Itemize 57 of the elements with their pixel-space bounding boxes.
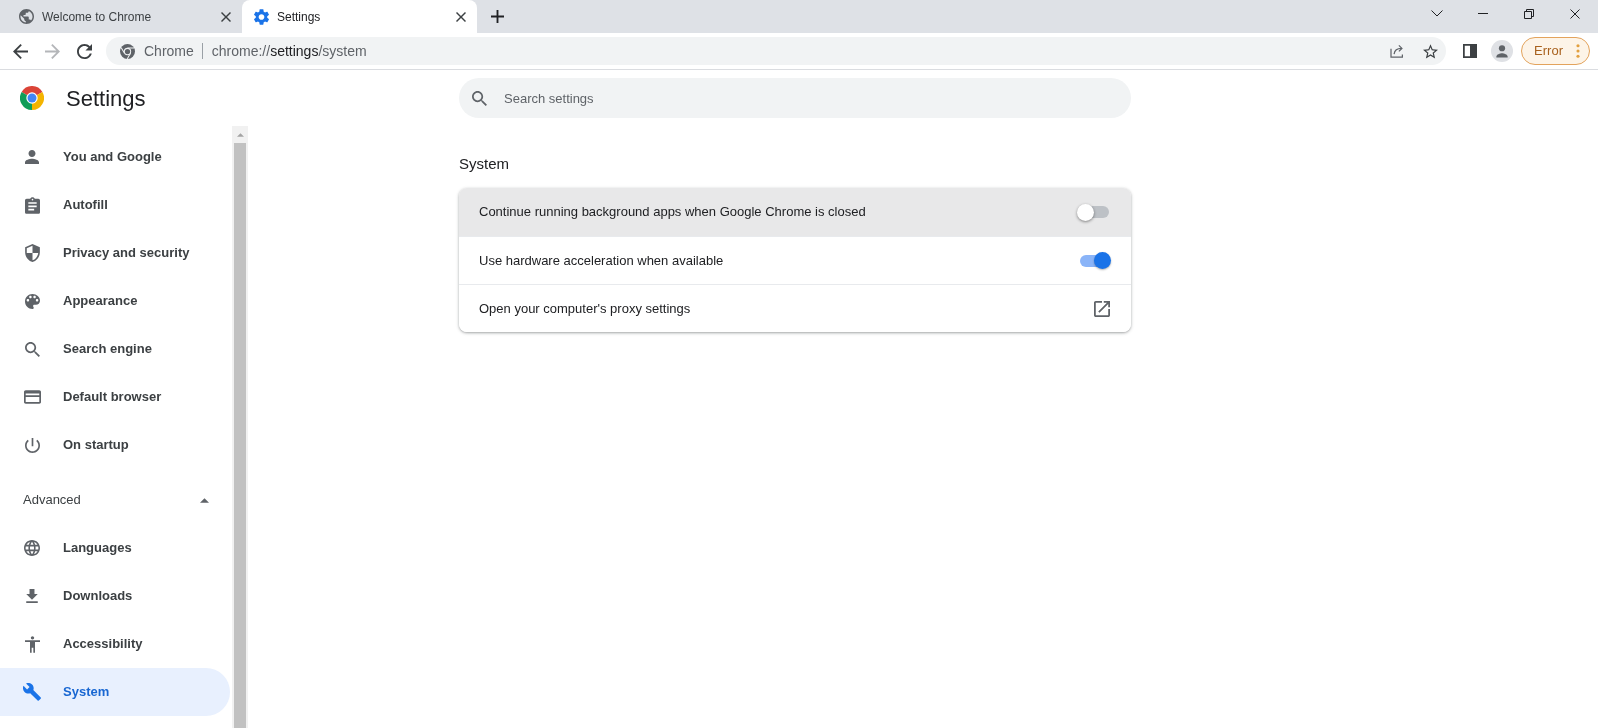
setting-row[interactable]: Continue running background apps when Google Chrome is closed [459, 188, 1131, 236]
setting-label: Open your computer's proxy settings [479, 299, 691, 318]
site-icon [120, 43, 135, 59]
advanced-section-toggle[interactable]: Advanced [0, 469, 230, 524]
browser-window-icon [23, 390, 41, 404]
reload-icon[interactable] [76, 43, 92, 59]
avatar-icon[interactable] [1491, 40, 1514, 62]
external-link-icon[interactable] [1094, 300, 1110, 317]
star-icon[interactable] [1422, 43, 1438, 59]
browser-tab[interactable]: Welcome to Chrome [7, 0, 242, 33]
gear-icon [253, 8, 269, 25]
sidebar-item[interactable]: Accessibility [0, 620, 230, 668]
setting-label: Use hardware acceleration when available [479, 251, 724, 270]
search-icon [472, 90, 487, 106]
app-logo-icon [20, 86, 44, 110]
toggle-switch[interactable] [1077, 203, 1111, 221]
restore-icon[interactable] [1524, 8, 1534, 19]
search-icon [24, 341, 40, 357]
sidebar-item[interactable]: System [0, 668, 230, 716]
url-text: chrome://settings/system [211, 41, 367, 61]
back-arrow-icon[interactable] [12, 43, 28, 59]
setting-row[interactable]: Open your computer's proxy settings [459, 284, 1131, 332]
close-icon[interactable] [221, 11, 231, 22]
shield-icon [24, 244, 40, 262]
setting-row[interactable]: Use hardware acceleration when available [459, 236, 1131, 284]
scrollbar-thumb[interactable] [234, 143, 246, 728]
accessibility-icon [24, 635, 40, 653]
search-field[interactable]: Search settings [459, 78, 1131, 118]
side-panel-icon[interactable] [1463, 44, 1478, 58]
section-title: System [459, 153, 509, 174]
page-title: Settings [66, 84, 146, 113]
sidebar-item[interactable]: Languages [0, 524, 230, 572]
sidebar-item[interactable]: Autofill [0, 181, 230, 229]
address-bar[interactable]: Chrome chrome://settings/system [106, 37, 1447, 65]
wrench-icon [23, 683, 41, 701]
site-label: Chrome [144, 41, 194, 61]
sidebar-item[interactable]: On startup [0, 421, 230, 469]
sidebar-item[interactable]: Default browser [0, 373, 230, 421]
palette-icon [24, 293, 40, 309]
clipboard-icon [24, 196, 40, 214]
setting-label: Continue running background apps when Google Chrome is closed [479, 203, 866, 222]
chevron-down-icon[interactable] [1431, 10, 1443, 17]
browser-tab[interactable]: Settings [242, 0, 477, 33]
sidebar-item[interactable]: Search engine [0, 325, 230, 373]
plus-icon[interactable] [491, 10, 504, 23]
person-icon [25, 150, 39, 164]
globe-icon [24, 540, 40, 556]
close-icon[interactable] [1570, 8, 1580, 19]
sidebar-item[interactable]: Privacy and security [0, 229, 230, 277]
download-icon [26, 589, 38, 603]
power-icon [24, 437, 40, 453]
globe-icon [18, 9, 34, 24]
close-icon[interactable] [456, 11, 466, 22]
profile-error-button[interactable]: Error [1521, 37, 1590, 65]
sidebar-item[interactable]: You and Google [0, 133, 230, 181]
sidebar-item[interactable]: Downloads [0, 572, 230, 620]
sidebar-item[interactable]: Appearance [0, 277, 230, 325]
